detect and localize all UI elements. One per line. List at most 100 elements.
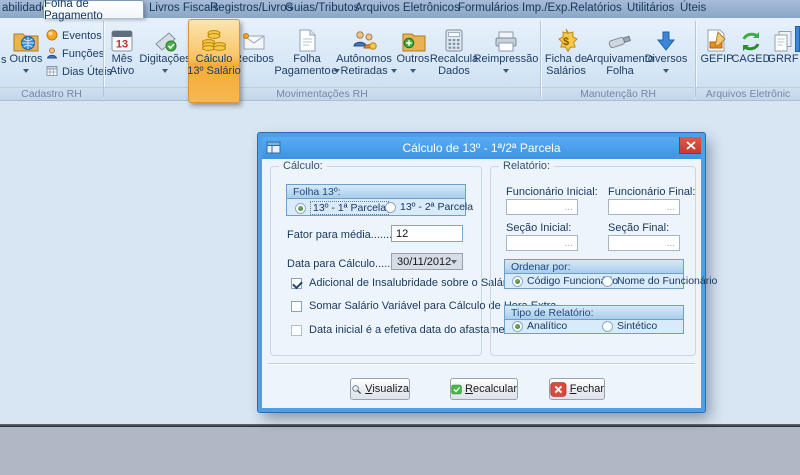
document-icon [296,20,318,53]
radio-label: Nome do Funcionário [617,275,717,287]
secao-final-combo[interactable]: ... [608,235,680,251]
ribbon-button-recalcula-dados[interactable]: Recalcula Dados [431,20,477,86]
secao-inicial-label: Seção Inicial: [506,222,571,234]
dropdown-caret-icon [451,260,457,264]
dropdown-caret-icon [503,69,509,73]
dialog-app-icon [266,140,281,158]
dialog-separator [268,363,695,365]
fator-input[interactable] [391,225,463,242]
ribbon-button-ficha-de-salarios[interactable]: $ Ficha de Salários [543,20,589,86]
button-label: Funções [62,48,104,60]
ribbon-button-diversos[interactable]: Diversos [645,20,687,86]
svg-text:$: $ [563,36,569,48]
ellipsis-glyph: ... [565,238,573,249]
panel-tipo-relatorio: Tipo de Relatório: Analítico Sintético [504,305,684,334]
data-calculo-dropdown[interactable]: 30/11/2012 [391,253,463,270]
tab-folha-de-pagamento[interactable]: Folha de Pagamento [43,0,144,18]
radio-label: 13º - 1ª Parcela [310,201,389,215]
panel-ordenar-por-header: Ordenar por: [505,260,683,274]
radio-13-primeira-parcela[interactable]: 13º - 1ª Parcela [295,201,389,215]
down-arrow-icon [656,20,676,53]
envelope-icon [241,20,267,53]
funcionario-final-combo[interactable]: ... [608,199,680,215]
checkbox-label: Data inicial é a efetiva data do afastam… [309,324,520,336]
button-label: Ativo [110,65,134,77]
ribbon-button-mes-ativo[interactable]: 13 Mês Ativo [104,20,140,86]
radio-nome-funcionario[interactable]: Nome do Funcionário [602,275,717,287]
radio-13-segunda-parcela[interactable]: 13º - 2ª Parcela [385,201,473,213]
checkbox-data-inicial-afastamento[interactable]: Data inicial é a efetiva data do afastam… [291,324,520,336]
radio-indicator [602,276,613,287]
button-label: Recalcula [430,53,478,65]
group-separator [695,21,697,97]
ribbon-button-gefip[interactable]: GEFIP [700,20,734,86]
tab-uteis[interactable]: Úteis [680,2,706,14]
secao-final-label: Seção Final: [608,222,669,234]
recalcular-button[interactable]: Recalcular [450,378,518,400]
funcionario-inicial-combo[interactable]: ... [506,199,578,215]
funcionario-final-label: Funcionário Final: [608,186,695,198]
radio-analitico[interactable]: Analítico [512,320,567,332]
document-pencil-icon [705,20,729,53]
button-label: Outros [9,53,42,65]
dropdown-caret-icon [410,69,416,73]
ribbon-button-folha-pagamento[interactable]: Folha Pagamento [281,20,333,86]
tab-imp-exp[interactable]: Imp./Exp. [522,2,571,14]
button-label: Pagamento [274,65,330,77]
button-label: Eventos [62,30,102,42]
panel-ordenar-por: Ordenar por: Código Funcionário Nome do … [504,259,684,289]
ribbon-button-funcoes[interactable]: Funções [46,46,104,62]
ellipsis-glyph: ... [565,202,573,213]
desktop-background [0,427,800,475]
button-label: 13º Salário [187,65,241,77]
ribbon-button-calculo-13-salario[interactable]: Cálculo 13º Salário [188,19,240,103]
tab-guias-tributos[interactable]: Guias/Tributos [285,2,359,14]
dropdown-caret-icon [663,69,669,73]
ribbon-button-arquivamento-folha[interactable]: Arquivamento Folha [587,20,653,86]
ribbon-group-label-movimentacoes-rh: Movimentações RH [104,87,540,100]
usb-drive-icon [606,20,634,53]
secao-inicial-combo[interactable]: ... [506,235,578,251]
ribbon-button-digitacoes[interactable]: Digitações [141,20,189,86]
ribbon-button-reimpressao[interactable]: Reimpressão [477,20,535,86]
calculator-icon [443,20,465,53]
ribbon-button-grrf[interactable]: GRRF [768,20,798,86]
ribbon-button-caged[interactable]: CAGED [734,20,768,86]
ribbon-button-outros-movimentacoes[interactable]: Outros [395,20,431,86]
tab-relatorios[interactable]: Relatórios [570,2,622,14]
ribbon-button-autonomos-retiradas[interactable]: Autônomos e Retiradas [335,20,393,86]
radio-indicator [385,202,396,213]
ribbon-group-label-arquivos-eletronicos: Arquivos Eletrônic [696,87,800,100]
panel-folha-13: Folha 13º: 13º - 1ª Parcela 13º - 2ª Par… [286,184,466,216]
fechar-button[interactable]: Fechar [549,378,605,400]
tab-contabilidade-partial[interactable]: abilidade [2,2,48,14]
partial-button-icon[interactable] [795,26,800,52]
tab-utilitarios[interactable]: Utilitários [627,2,674,14]
visualiza-button[interactable]: Visualiza [350,378,410,400]
tab-registros-livros[interactable]: Registros/Livros [210,2,292,14]
panel-tipo-relatorio-header: Tipo de Relatório: [505,306,683,320]
person-icon [46,47,58,62]
red-x-icon [550,380,567,399]
radio-indicator [295,203,306,214]
eventos-icon [46,29,58,44]
group-separator [540,21,542,97]
close-button[interactable] [679,137,701,154]
radio-indicator [512,276,523,287]
ribbon-button-eventos[interactable]: Eventos [46,28,102,44]
group-calculo: Cálculo: Folha 13º: 13º - 1ª Parcela 13º… [270,166,482,356]
stamp-check-icon [152,20,178,53]
tab-formularios[interactable]: Formulários [458,2,519,14]
ribbon-group-label-cadastro-rh: Cadastro RH [0,87,103,100]
radio-sintetico[interactable]: Sintético [602,320,657,332]
button-label: Digitações [139,53,190,65]
data-calculo-label: Data para Cálculo........: [287,258,403,270]
tab-arquivos-eletronicos[interactable]: Arquivos Eletrônicos [355,2,460,14]
group-calculo-legend: Cálculo: [279,160,327,172]
ribbon-button-outros-cadastro[interactable]: Outros [6,20,46,86]
button-label: Dados [438,65,470,77]
tab-livros-fiscais[interactable]: Livros Fiscais [149,2,219,14]
dialog-title: Cálculo de 13º - 1ª/2ª Parcela [402,141,560,155]
button-label: Folha [293,53,321,65]
fator-label: Fator para média.........: [287,229,401,241]
